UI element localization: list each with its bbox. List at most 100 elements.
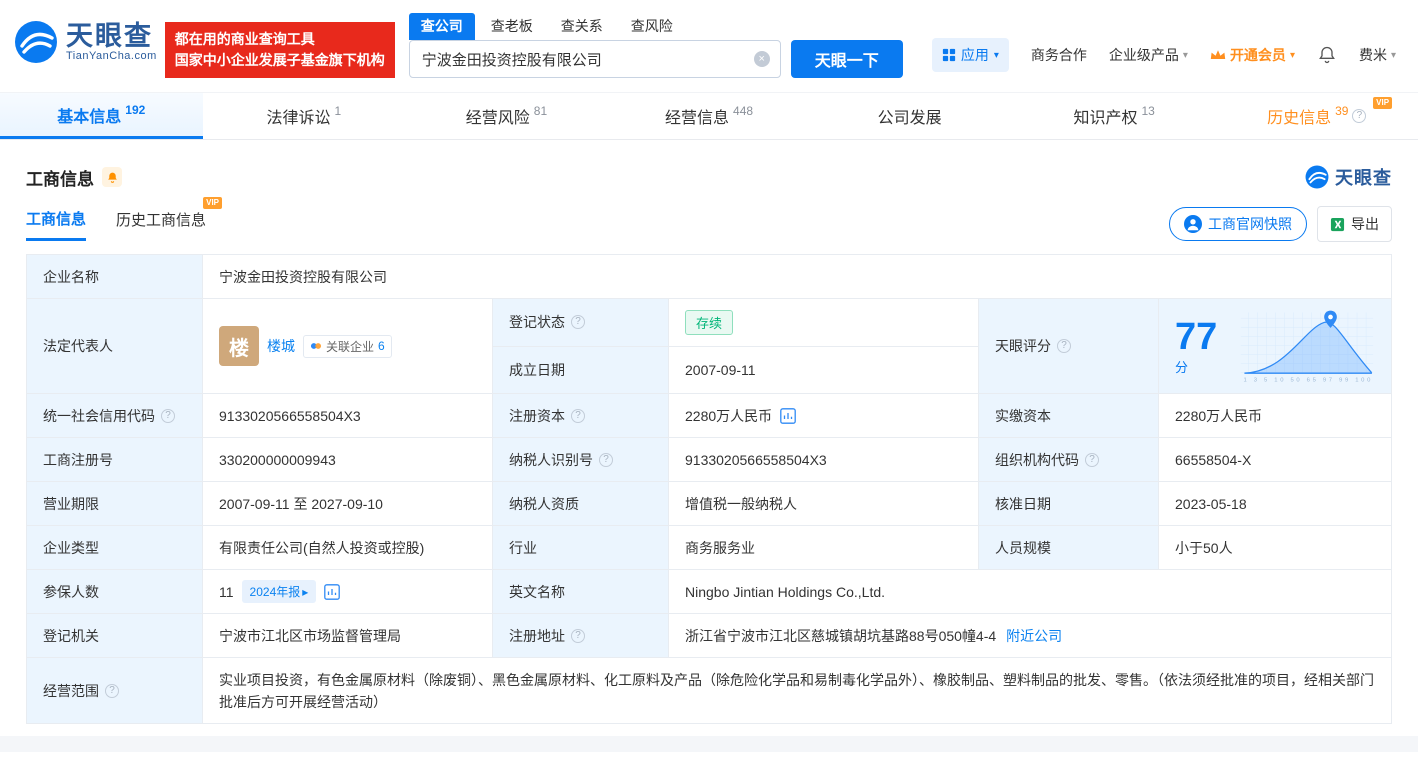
paid-capital-value: 2280万人民币 — [1158, 393, 1392, 438]
capital-compare-icon[interactable] — [780, 407, 797, 424]
subtab-row: 工商信息 VIP 历史工商信息 工商官网快照 导出 — [26, 197, 1392, 242]
tab-count: 1 — [334, 104, 342, 118]
slogan-line1: 都在用的商业查询工具 — [174, 31, 315, 47]
establish-date-label: 成立日期 — [492, 345, 669, 394]
help-icon[interactable] — [571, 315, 585, 330]
related-companies-label: 关联企业 — [326, 339, 375, 354]
user-menu[interactable]: 费米 ▾ — [1359, 45, 1396, 65]
notifications-bell-icon[interactable] — [1317, 45, 1337, 65]
nav-cooperation[interactable]: 商务合作 — [1031, 45, 1087, 65]
table-row: 法定代表人 楼 楼城 关联企业 6 登记状态 ? 存续 天眼评分 ? 77分 1… — [26, 298, 1392, 394]
help-icon[interactable] — [1085, 452, 1099, 467]
tianyancha-logo[interactable]: 天眼查 TianYanCha.com — [14, 20, 157, 64]
help-icon[interactable] — [571, 408, 585, 423]
score-label: 天眼评分 — [995, 338, 1051, 354]
related-companies-count: 6 — [378, 339, 385, 353]
help-icon[interactable] — [571, 628, 585, 643]
reg-capital-label-cell: 注册资本 — [492, 393, 669, 438]
approve-date-label: 核准日期 — [978, 481, 1159, 526]
legal-rep-avatar[interactable]: 楼 — [219, 326, 259, 366]
tab-intellectual-property[interactable]: 知识产权 13 — [1013, 93, 1216, 139]
tab-label: 公司发展 — [877, 110, 942, 127]
vip-badge: VIP — [203, 197, 223, 209]
brand-domain: TianYanCha.com — [66, 50, 157, 62]
search-tab-company[interactable]: 查公司 — [408, 13, 475, 40]
insured-num-value-cell: 11 2024年报 ▸ — [202, 569, 493, 614]
org-code-label-cell: 组织机构代码 — [978, 437, 1159, 482]
tab-basic-info[interactable]: 基本信息 192 — [0, 93, 203, 139]
search-tab-risk[interactable]: 查风险 — [619, 13, 685, 40]
insured-num-value: 11 — [219, 583, 234, 600]
reg-address-label: 注册地址 — [509, 627, 565, 644]
tianyancha-logo-icon — [14, 20, 58, 64]
search-button[interactable]: 天眼一下 — [790, 40, 903, 78]
reg-address-value-cell: 浙江省宁波市江北区慈城镇胡坑基路88号050幢4-4 附近公司 — [668, 613, 1392, 658]
apps-menu[interactable]: 应用 ▾ — [931, 38, 1009, 72]
help-icon[interactable] — [105, 683, 119, 698]
table-row: 工商注册号 330200000009943 纳税人识别号 91330205665… — [26, 437, 1392, 482]
tab-company-development[interactable]: 公司发展 — [810, 93, 1013, 139]
tab-operation-info[interactable]: 经营信息 448 — [608, 93, 811, 139]
establish-date-value: 2007-09-11 — [668, 345, 979, 394]
person-badge-icon — [1184, 215, 1202, 233]
table-row: 登记机关 宁波市江北区市场监督管理局 注册地址 浙江省宁波市江北区慈城镇胡坑基路… — [26, 613, 1392, 658]
search-input[interactable] — [421, 42, 752, 76]
top-nav: 应用 ▾ 商务合作 企业级产品 ▾ 开通会员 ▾ 费米 ▾ — [931, 38, 1396, 72]
subtab-history-business-info[interactable]: VIP 历史工商信息 — [116, 197, 223, 239]
table-row: 参保人数 11 2024年报 ▸ 英文名称 Ningbo Jintian Hol… — [26, 569, 1392, 614]
annual-report-badge[interactable]: 2024年报 ▸ — [241, 580, 317, 603]
staff-size-value: 小于50人 — [1158, 525, 1392, 570]
official-snapshot-button[interactable]: 工商官网快照 — [1169, 207, 1307, 241]
company-type-value: 有限责任公司(自然人投资或控股) — [202, 525, 493, 570]
help-icon[interactable] — [1057, 339, 1071, 353]
subtab-business-info[interactable]: 工商信息 — [26, 208, 87, 241]
crown-icon — [1210, 49, 1226, 61]
brand-name: 天眼查 — [66, 21, 153, 51]
help-icon[interactable] — [599, 452, 613, 467]
excel-icon — [1330, 217, 1345, 232]
score-label-cell: 天眼评分 — [978, 298, 1159, 394]
nav-vip-upgrade[interactable]: 开通会员 ▾ — [1210, 45, 1295, 65]
search-area: 查公司 查老板 查关系 查风险 × 天眼一下 — [408, 13, 903, 78]
org-code-label: 组织机构代码 — [995, 451, 1079, 468]
insured-num-label: 参保人数 — [26, 569, 203, 614]
page-bottom-strip — [0, 736, 1418, 752]
taxpayer-no-value: 9133020566558504X3 — [668, 437, 979, 482]
nav-enterprise-products[interactable]: 企业级产品 ▾ — [1109, 45, 1188, 65]
export-button[interactable]: 导出 — [1317, 206, 1392, 242]
business-term-label: 营业期限 — [26, 481, 203, 526]
taxpayer-quality-label: 纳税人资质 — [492, 481, 669, 526]
help-icon[interactable] — [1352, 109, 1367, 123]
paid-capital-label: 实缴资本 — [978, 393, 1159, 438]
tab-operation-risk[interactable]: 经营风险 81 — [405, 93, 608, 139]
legal-rep-name-link[interactable]: 楼城 — [267, 336, 295, 356]
related-companies-badge[interactable]: 关联企业 6 — [303, 334, 392, 358]
nearby-companies-link[interactable]: 附近公司 — [1006, 626, 1062, 646]
chevron-right-icon: ▸ — [302, 584, 309, 599]
annual-report-label: 2024年报 — [249, 585, 301, 599]
company-name-value: 宁波金田投资控股有限公司 — [202, 254, 1392, 299]
tab-label: 法律诉讼 — [266, 110, 331, 127]
search-tab-boss[interactable]: 查老板 — [479, 13, 545, 40]
tab-legal-litigation[interactable]: 法律诉讼 1 — [203, 93, 406, 139]
tab-count: 81 — [533, 104, 548, 118]
help-icon[interactable] — [161, 408, 175, 423]
username: 费米 — [1358, 47, 1387, 63]
monitor-bell-icon[interactable] — [102, 167, 122, 187]
reg-authority-value: 宁波市江北区市场监督管理局 — [202, 613, 493, 658]
top-header: 天眼查 TianYanCha.com 都在用的商业查询工具 国家中小企业发展子基… — [0, 0, 1418, 92]
export-label: 导出 — [1351, 216, 1379, 232]
taxpayer-no-label-cell: 纳税人识别号 — [492, 437, 669, 482]
clear-search-icon[interactable]: × — [753, 51, 770, 67]
tab-label: 基本信息 — [57, 108, 122, 126]
insured-compare-icon[interactable] — [324, 583, 341, 600]
subtab-label: 历史工商信息 — [116, 212, 207, 229]
tab-label: 经营风险 — [465, 110, 530, 127]
tab-history-info[interactable]: VIP 历史信息 39 — [1215, 93, 1418, 139]
reg-status-value-cell: 存续 — [668, 298, 979, 347]
legal-rep-label: 法定代表人 — [26, 298, 203, 394]
reg-capital-label: 注册资本 — [509, 407, 565, 424]
section-actions: 工商官网快照 导出 — [1169, 206, 1392, 242]
search-tab-relation[interactable]: 查关系 — [549, 13, 615, 40]
english-name-label: 英文名称 — [492, 569, 669, 614]
